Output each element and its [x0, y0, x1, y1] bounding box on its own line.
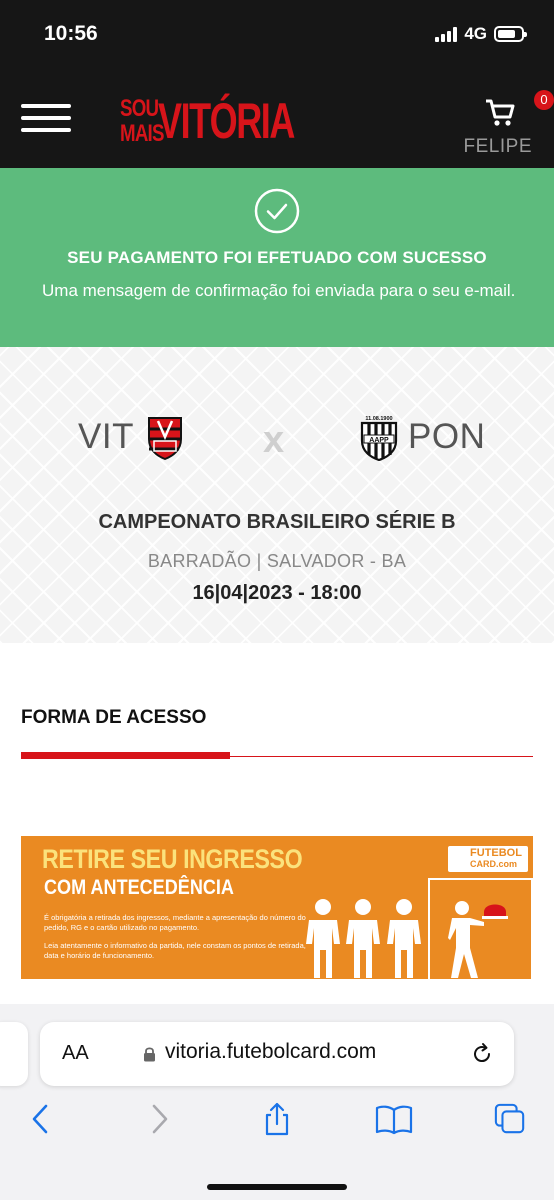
- promo-title-line1: RETIRE SEU INGRESSO: [42, 844, 303, 874]
- cart-icon: [486, 99, 515, 126]
- promo-note-2: Leia atentamente o informativo da partid…: [44, 941, 306, 960]
- address-bar[interactable]: AA vitoria.futebolcard.com: [40, 1022, 514, 1086]
- logo-word-mais: MAIS: [120, 120, 164, 147]
- safari-toolbar: AA vitoria.futebolcard.com: [0, 1004, 554, 1200]
- logo-text-card: CARD.com: [470, 859, 518, 869]
- cellular-signal-icon: [435, 26, 458, 42]
- person-icon: [306, 899, 340, 978]
- success-message: Uma mensagem de confirmação foi enviada …: [42, 281, 516, 300]
- brand-logo[interactable]: SOU MAIS VITÓRIA: [120, 90, 347, 152]
- match-venue: BARRADÃO | SALVADOR - BA: [147, 551, 407, 571]
- lock-icon: [144, 1047, 155, 1062]
- text-size-button[interactable]: AA: [62, 1042, 89, 1065]
- logo-text-futebol: FUTEBOL: [470, 847, 522, 859]
- ticket-clerk-icon: [448, 901, 508, 978]
- ponte-preta-crest-icon: 11.08.1900 AAPP: [360, 416, 398, 461]
- logo-word-vitoria: VITÓRIA: [158, 93, 295, 149]
- text-size-label: AA: [62, 1042, 89, 1064]
- cart-button[interactable]: [484, 96, 524, 130]
- match-card: VIT x 11.08.1900 AAPP PON CAMPEONATO BRA…: [0, 347, 554, 643]
- battery-icon: [494, 26, 527, 42]
- futebolcard-logo-text: FUTEBOL CARD.com: [470, 848, 522, 870]
- away-crest-date: 11.08.1900: [365, 416, 392, 422]
- person-icon: [387, 899, 421, 978]
- promo-title-line2: COM ANTECEDÊNCIA: [44, 876, 234, 899]
- share-icon[interactable]: [261, 1102, 293, 1136]
- vitoria-crest-icon: [148, 417, 182, 461]
- status-indicators: 4G: [435, 24, 527, 44]
- logo-word-sou: SOU: [120, 95, 159, 122]
- tabs-icon[interactable]: [494, 1102, 526, 1136]
- success-title: SEU PAGAMENTO FOI EFETUADO COM SUCESSO: [67, 248, 487, 267]
- site-header: SOU MAIS VITÓRIA 0 FELIPE: [0, 72, 554, 168]
- competition-name: CAMPEONATO BRASILEIRO SÉRIE B: [98, 511, 456, 533]
- home-team-abbr: VIT: [78, 417, 134, 456]
- person-icon: [346, 899, 380, 978]
- url-text[interactable]: vitoria.futebolcard.com: [165, 1040, 376, 1064]
- previous-tab-preview[interactable]: [0, 1022, 28, 1086]
- away-team-abbr: PON: [408, 417, 486, 456]
- access-section-title: FORMA DE ACESSO: [21, 707, 207, 728]
- menu-icon[interactable]: [21, 102, 71, 132]
- status-time: 10:56: [44, 22, 98, 45]
- pickup-ticket-banner: RETIRE SEU INGRESSO COM ANTECEDÊNCIA É o…: [21, 836, 533, 979]
- payment-success-banner: SEU PAGAMENTO FOI EFETUADO COM SUCESSO U…: [0, 168, 554, 347]
- bookmarks-icon[interactable]: [375, 1102, 413, 1136]
- cart-count-badge: 0: [534, 90, 554, 110]
- check-circle-icon: [254, 188, 300, 234]
- versus-separator: x: [263, 419, 285, 461]
- status-bar: 10:56 4G: [0, 0, 554, 72]
- back-icon[interactable]: [24, 1102, 56, 1136]
- forward-icon[interactable]: [144, 1102, 176, 1136]
- home-indicator: [207, 1184, 347, 1190]
- away-crest-letters: AAPP: [369, 437, 389, 444]
- network-type: 4G: [464, 24, 487, 43]
- match-datetime: 16|04|2023 - 18:00: [192, 582, 362, 604]
- promo-note-1: É obrigatória a retirada dos ingressos, …: [44, 913, 306, 932]
- user-name[interactable]: FELIPE: [464, 136, 532, 158]
- reload-icon[interactable]: [470, 1042, 494, 1066]
- access-divider-accent: [21, 752, 230, 759]
